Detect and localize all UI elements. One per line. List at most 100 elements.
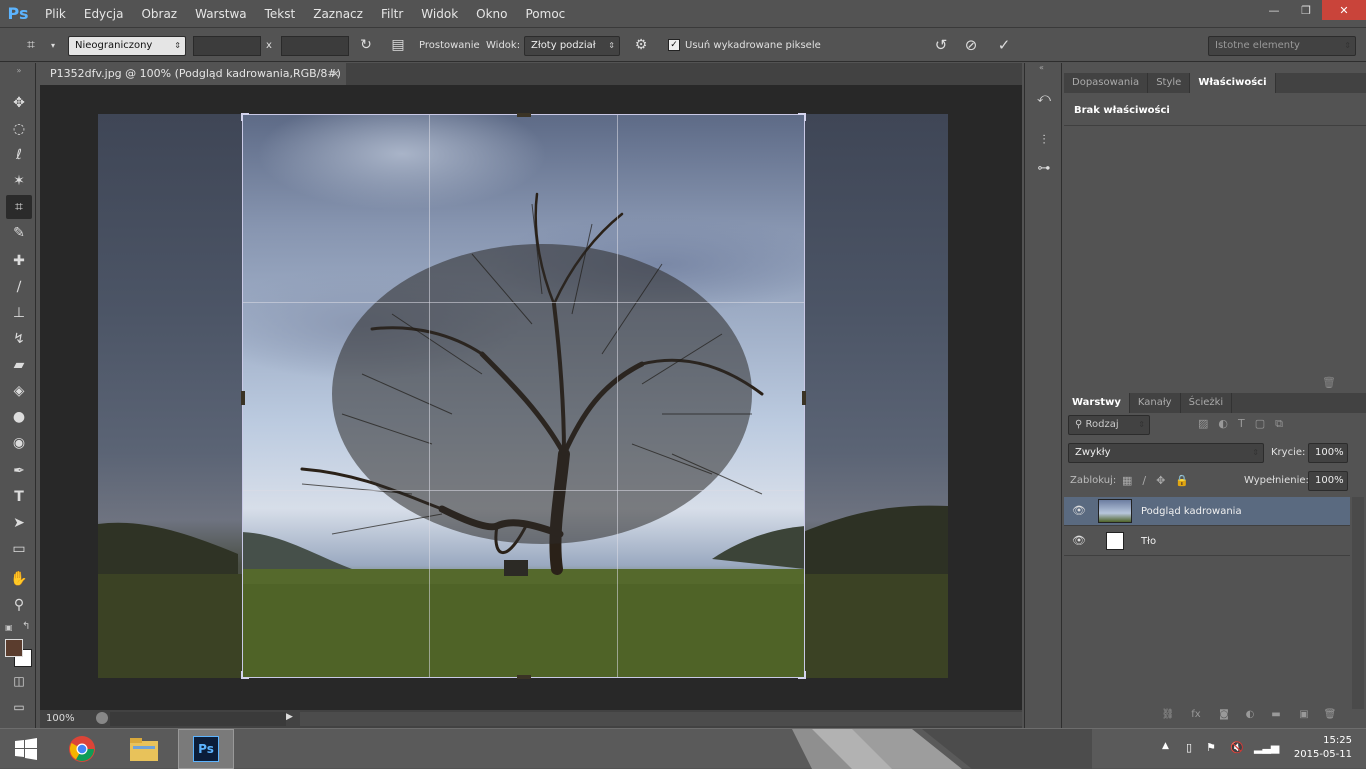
lock-icons[interactable]: ▦∕✥🔒 (1122, 474, 1199, 487)
menu-obraz[interactable]: Obraz (132, 0, 186, 28)
dodge-tool-icon[interactable]: ◉ (6, 431, 32, 455)
visibility-eye-icon[interactable]: 👁 (1072, 505, 1086, 517)
horizontal-scrollbar[interactable] (300, 712, 1022, 726)
menu-okno[interactable]: Okno (467, 0, 516, 28)
marquee-tool-icon[interactable]: ◌ (6, 117, 32, 141)
foreground-color-swatch[interactable] (5, 639, 23, 657)
crop-ratio-dropdown[interactable]: Nieograniczony ⇕ (68, 36, 186, 56)
menu-widok[interactable]: Widok (412, 0, 467, 28)
default-colors-icon[interactable]: ▣ (5, 623, 14, 632)
eyedropper-tool-icon[interactable]: ✎ (6, 221, 32, 245)
collapse-tools-icon[interactable]: » (6, 65, 32, 75)
tab-style[interactable]: Style (1148, 73, 1191, 93)
layer-filter-icons[interactable]: ▨◐T▢⧉ (1198, 417, 1293, 431)
action-center-flag-icon[interactable]: ⚑ (1206, 741, 1216, 754)
crop-handle-bottom[interactable] (517, 675, 531, 679)
preset-chevron-icon[interactable]: ▾ (42, 34, 64, 56)
trash-icon[interactable]: 🗑 (1322, 376, 1336, 389)
link-layers-icon[interactable]: ⛓ (1160, 709, 1176, 723)
zoom-level-field[interactable]: 100% (46, 711, 94, 727)
hand-tool-icon[interactable]: ✋ (6, 567, 32, 591)
zoom-tool-icon[interactable]: ⚲ (6, 593, 32, 617)
restore-button[interactable]: ❐ (1290, 0, 1322, 20)
chrome-icon[interactable] (54, 729, 110, 769)
crop-tool-icon[interactable]: ⌗ (6, 195, 32, 219)
reset-icon[interactable]: ↺ (930, 34, 952, 56)
crop-height-input[interactable] (281, 36, 349, 56)
commit-checkmark-icon[interactable]: ✓ (993, 34, 1015, 56)
menu-pomoc[interactable]: Pomoc (516, 0, 574, 28)
delete-layer-icon[interactable]: 🗑 (1322, 709, 1338, 723)
crop-handle-top[interactable] (517, 113, 531, 117)
minimize-button[interactable]: — (1258, 0, 1290, 20)
menu-zaznacz[interactable]: Zaznacz (304, 0, 372, 28)
layer-row-background[interactable]: 👁 Tło (1064, 527, 1350, 556)
pen-tool-icon[interactable]: ✒ (6, 459, 32, 483)
gear-icon[interactable]: ⚙ (630, 34, 652, 56)
photoshop-taskbar-icon[interactable]: Ps (178, 729, 234, 769)
crop-width-input[interactable] (193, 36, 261, 56)
expand-panels-icon[interactable]: « (1039, 63, 1044, 72)
crop-handle-bottom-right[interactable] (798, 671, 806, 679)
straighten-label[interactable]: Prostowanie (419, 36, 480, 56)
tab-sciezki[interactable]: Ścieżki (1181, 393, 1233, 413)
crop-handle-left[interactable] (241, 391, 245, 405)
file-explorer-icon[interactable] (116, 729, 172, 769)
tab-wlasciwosci[interactable]: Właściwości (1190, 73, 1276, 93)
paint-bucket-tool-icon[interactable]: ◈ (6, 379, 32, 403)
status-info-icon[interactable] (96, 712, 108, 724)
tab-dopasowania[interactable]: Dopasowania (1064, 73, 1149, 93)
close-tab-icon[interactable]: × (331, 63, 340, 85)
history-panel-icon[interactable]: ⤺ (1033, 87, 1055, 109)
view-overlay-dropdown[interactable]: Złoty podział ⇕ (524, 36, 620, 56)
speaker-muted-icon[interactable]: 🔇 (1230, 741, 1244, 754)
menu-edycja[interactable]: Edycja (75, 0, 133, 28)
tool-presets-panel-icon[interactable]: ⊶ (1033, 157, 1055, 179)
magic-wand-tool-icon[interactable]: ✶ (6, 169, 32, 193)
layer-row-crop-preview[interactable]: 👁 Podgląd kadrowania (1064, 497, 1350, 526)
tray-expand-icon[interactable]: ▲ (1162, 741, 1169, 751)
opacity-field[interactable]: 100% (1308, 443, 1348, 463)
menu-plik[interactable]: Plik (36, 0, 75, 28)
document-tab[interactable]: P1352dfv.jpg @ 100% (Podgląd kadrowania,… (40, 63, 346, 85)
blend-mode-dropdown[interactable]: Zwykły ⇕ (1068, 443, 1264, 463)
lasso-tool-icon[interactable]: ℓ (6, 143, 32, 167)
brush-tool-icon[interactable]: ∕ (6, 275, 32, 299)
add-mask-icon[interactable]: ◙ (1216, 709, 1232, 723)
healing-brush-tool-icon[interactable]: ✚ (6, 249, 32, 273)
adjustment-layer-icon[interactable]: ◐ (1242, 709, 1258, 723)
visibility-eye-icon[interactable]: 👁 (1072, 535, 1086, 547)
crop-handle-right[interactable] (802, 391, 806, 405)
workspace-dropdown[interactable]: Istotne elementy ⇕ (1208, 36, 1356, 56)
menu-tekst[interactable]: Tekst (256, 0, 305, 28)
blur-tool-icon[interactable]: ● (6, 405, 32, 429)
network-signal-icon[interactable]: ▂▃▅ (1254, 741, 1279, 754)
straighten-icon[interactable]: ▤ (387, 34, 409, 56)
move-tool-icon[interactable]: ✥ (6, 91, 32, 115)
layer-name[interactable]: Podgląd kadrowania (1141, 497, 1242, 526)
taskbar-clock[interactable]: 15:25 2015-05-11 (1294, 734, 1352, 762)
menu-warstwa[interactable]: Warstwa (186, 0, 256, 28)
crop-handle-top-left[interactable] (241, 113, 249, 121)
fill-field[interactable]: 100% (1308, 471, 1348, 491)
status-menu-arrow-icon[interactable]: ▶ (286, 712, 296, 726)
battery-icon[interactable]: ▯ (1186, 741, 1192, 754)
clone-stamp-tool-icon[interactable]: ⊥ (6, 301, 32, 325)
layer-name[interactable]: Tło (1141, 527, 1156, 556)
new-layer-icon[interactable]: ▣ (1296, 709, 1312, 723)
crop-handle-top-right[interactable] (798, 113, 806, 121)
swap-colors-icon[interactable]: ↰ (22, 621, 30, 632)
fx-icon[interactable]: fx (1188, 709, 1204, 723)
swap-icon[interactable]: ↻ (355, 34, 377, 56)
crop-tool-preset-icon[interactable]: ⌗ (20, 34, 42, 56)
new-group-icon[interactable]: ▬ (1268, 709, 1284, 723)
brushes-panel-icon[interactable]: ⫶ (1033, 129, 1055, 151)
rectangle-tool-icon[interactable]: ▭ (6, 537, 32, 561)
type-tool-icon[interactable]: T (6, 485, 32, 509)
history-brush-tool-icon[interactable]: ↯ (6, 327, 32, 351)
windows-start-icon[interactable] (0, 729, 52, 769)
delete-cropped-checkbox[interactable]: ✓ (668, 39, 680, 51)
cancel-icon[interactable]: ⊘ (960, 34, 982, 56)
crop-border[interactable] (241, 113, 806, 679)
menu-filtr[interactable]: Filtr (372, 0, 412, 28)
